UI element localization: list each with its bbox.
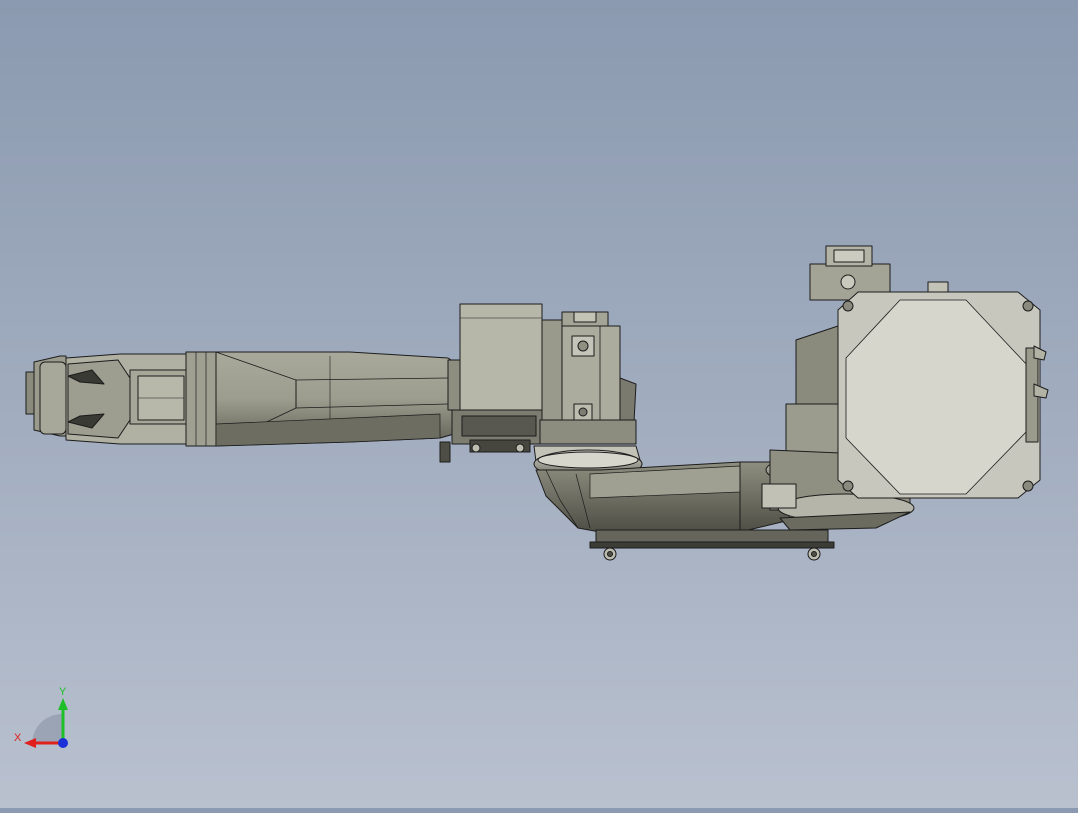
base-plate	[589, 529, 835, 561]
triad-plane-shading	[32, 714, 62, 744]
x-axis-arrowhead	[24, 738, 36, 748]
wrist-motor-block	[447, 303, 547, 453]
robot-arm-model[interactable]	[0, 0, 1078, 808]
coordinate-triad: Y X	[14, 686, 68, 748]
y-axis-label: Y	[59, 686, 67, 698]
lower-arm-link	[535, 461, 791, 533]
y-axis-arrowhead	[58, 698, 68, 710]
x-axis-label: X	[14, 732, 22, 744]
end-effector-flange	[25, 351, 217, 447]
forearm-link	[215, 351, 455, 463]
main-motor	[837, 281, 1049, 499]
graphics-viewport[interactable]	[0, 0, 1078, 808]
elbow-housing	[539, 311, 637, 445]
z-axis-dot	[58, 738, 68, 748]
